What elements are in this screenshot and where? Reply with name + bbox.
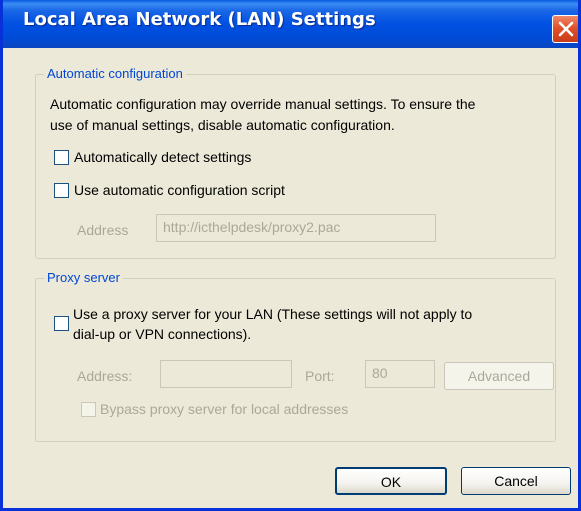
auto-config-script-label[interactable]: Use automatic configuration script	[74, 182, 285, 198]
bypass-local-checkbox[interactable]	[81, 402, 96, 417]
proxy-server-legend: Proxy server	[44, 270, 123, 285]
lan-settings-dialog: Local Area Network (LAN) Settings Automa…	[0, 0, 581, 511]
auto-config-description-line1: Automatic configuration may override man…	[50, 96, 476, 112]
auto-detect-checkbox[interactable]	[54, 150, 69, 165]
auto-config-script-checkbox[interactable]	[54, 183, 69, 198]
cancel-button[interactable]: Cancel	[461, 467, 571, 495]
automatic-configuration-legend: Automatic configuration	[44, 66, 186, 81]
proxy-address-input[interactable]	[160, 360, 292, 388]
proxy-server-group	[35, 278, 556, 442]
proxy-port-input[interactable]: 80	[365, 360, 435, 388]
close-icon	[558, 21, 574, 37]
ok-button[interactable]: OK	[335, 467, 447, 495]
use-proxy-label-line1[interactable]: Use a proxy server for your LAN (These s…	[73, 306, 472, 322]
proxy-address-label: Address:	[77, 368, 133, 384]
close-button[interactable]	[552, 15, 578, 43]
use-proxy-label-line2[interactable]: dial-up or VPN connections).	[73, 326, 251, 342]
auto-detect-label[interactable]: Automatically detect settings	[74, 149, 251, 165]
proxy-port-label: Port:	[305, 368, 335, 384]
advanced-button[interactable]: Advanced	[444, 362, 554, 390]
bypass-local-label[interactable]: Bypass proxy server for local addresses	[100, 401, 348, 417]
use-proxy-checkbox[interactable]	[54, 316, 69, 331]
title-bar[interactable]: Local Area Network (LAN) Settings	[3, 0, 578, 48]
dialog-title: Local Area Network (LAN) Settings	[23, 9, 376, 30]
script-address-input[interactable]: http://icthelpdesk/proxy2.pac	[156, 214, 436, 242]
script-address-label: Address	[77, 222, 129, 238]
auto-config-description-line2: use of manual settings, disable automati…	[50, 117, 395, 133]
